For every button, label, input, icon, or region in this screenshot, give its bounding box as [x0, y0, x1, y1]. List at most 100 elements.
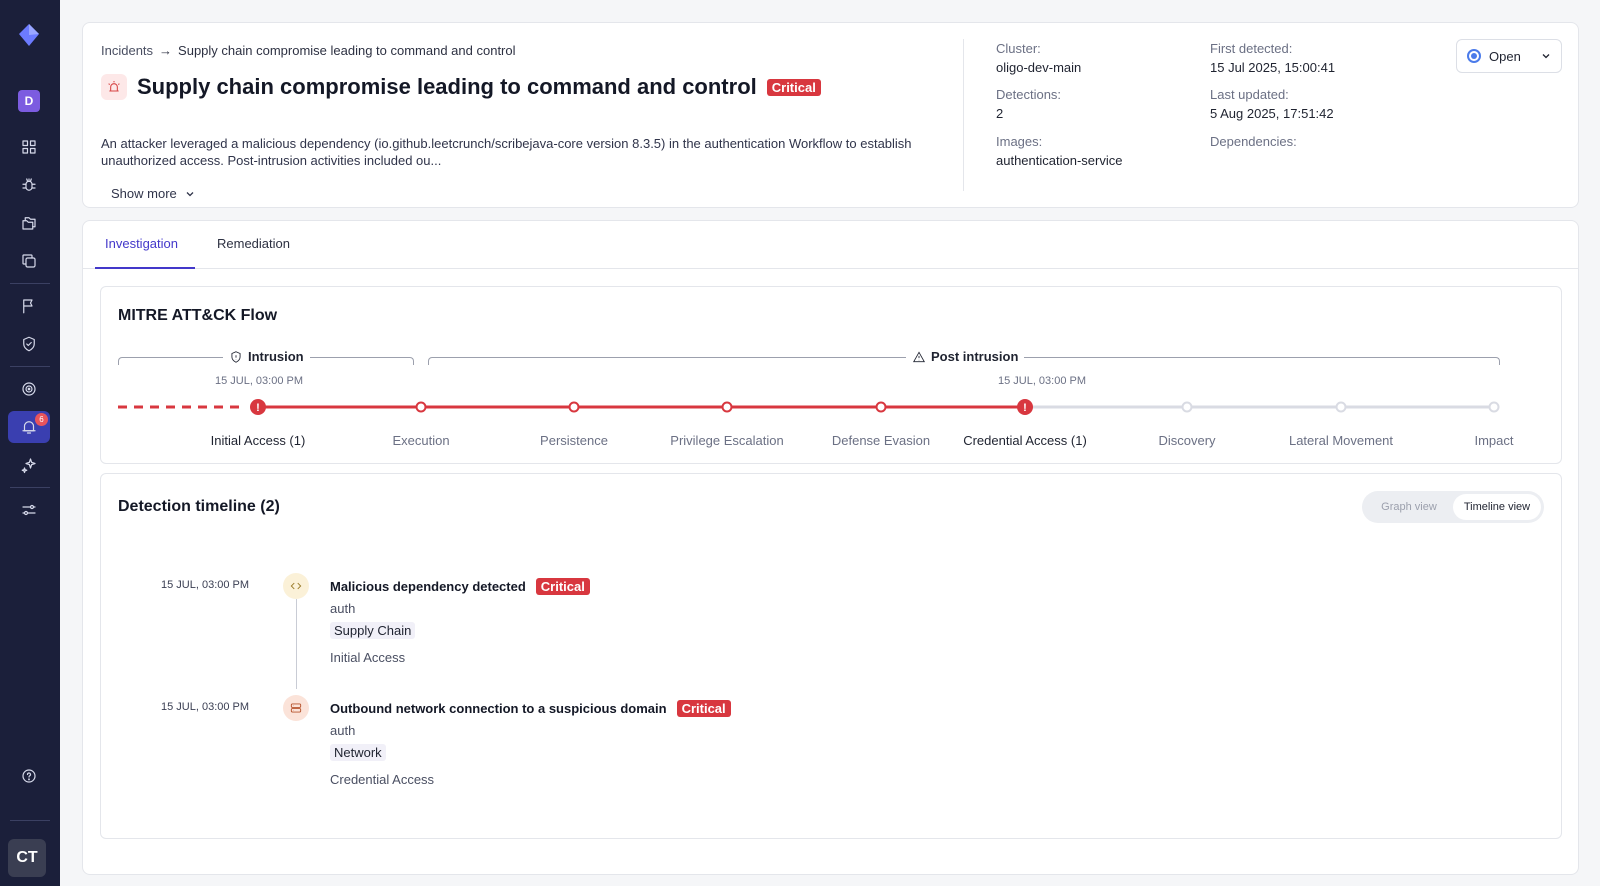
meta-dependencies: Dependencies:: [1210, 134, 1297, 153]
sidebar-divider: [10, 487, 50, 488]
nav-findings[interactable]: [8, 290, 50, 322]
server-icon: [283, 695, 309, 721]
mitre-flow-panel: MITRE ATT&CK Flow Intrusion Post intrusi…: [100, 286, 1562, 464]
tactic-node: [875, 401, 887, 413]
event-title[interactable]: Outbound network connection to a suspici…: [330, 701, 667, 716]
logo-icon[interactable]: [16, 22, 42, 48]
nav-policies[interactable]: [8, 328, 50, 360]
meta-images: Images: authentication-service: [996, 134, 1122, 168]
sparkle-icon: [21, 458, 36, 474]
status-label: Open: [1489, 48, 1521, 64]
graph-view-button[interactable]: Graph view: [1365, 494, 1453, 520]
alarm-icon: [101, 74, 127, 100]
show-more-button[interactable]: Show more: [111, 186, 195, 201]
meta-label: Detections:: [996, 87, 1062, 102]
event-tactic: Initial Access: [330, 650, 406, 665]
meta-value[interactable]: authentication-service: [996, 153, 1122, 168]
flag-icon: [23, 299, 33, 314]
tactic-node: [721, 401, 733, 413]
tactic-node: [415, 401, 427, 413]
event-category-tag: Network: [330, 744, 386, 761]
nav-dashboard[interactable]: [8, 131, 50, 163]
timeline-event[interactable]: Malicious dependency detected Critical a…: [330, 578, 590, 665]
breadcrumb-separator: →: [159, 43, 173, 58]
event-title[interactable]: Malicious dependency detected: [330, 579, 526, 594]
severity-badge: Critical: [535, 578, 590, 595]
nav-ai[interactable]: [8, 449, 50, 481]
incident-description: An attacker leveraged a malicious depend…: [101, 136, 912, 168]
breadcrumb: Incidents → Supply chain compromise lead…: [101, 43, 516, 58]
chevron-down-icon: [1542, 54, 1550, 59]
status-dropdown[interactable]: Open: [1456, 39, 1562, 73]
tactic-label[interactable]: Initial Access (1): [211, 433, 306, 448]
severity-badge: Critical: [766, 78, 821, 96]
meta-value: 2: [996, 106, 1004, 121]
event-category-tag: Supply Chain: [330, 622, 416, 639]
meta-label: First detected:: [1210, 41, 1293, 56]
nav-detections[interactable]: [8, 373, 50, 405]
meta-label: Dependencies:: [1210, 134, 1297, 149]
chevron-down-icon: [186, 191, 194, 196]
tab-bar: Investigation Remediation: [83, 221, 1578, 269]
nav-vulnerabilities[interactable]: [8, 169, 50, 201]
nav-applications[interactable]: [8, 207, 50, 239]
event-workload: auth: [330, 723, 356, 738]
meta-last-updated: Last updated: 5 Aug 2025, 17:51:42: [1210, 87, 1334, 121]
dashboard-icon: [22, 140, 36, 154]
meta-label: Last updated:: [1210, 87, 1289, 102]
incident-content: Investigation Remediation MITRE ATT&CK F…: [82, 220, 1579, 875]
sidebar-divider: [10, 366, 50, 367]
tactic-label[interactable]: Credential Access (1): [963, 433, 1087, 448]
meta-first-detected: First detected: 15 Jul 2025, 15:00:41: [1210, 41, 1335, 75]
tactic-node: [568, 401, 580, 413]
event-time: 15 JUL, 03:00 PM: [161, 701, 250, 713]
shield-icon: [23, 336, 35, 352]
bug-icon: [22, 178, 36, 191]
tactic-label: Persistence: [540, 433, 608, 448]
tactic-node: [1488, 401, 1500, 413]
tactic-label: Discovery: [1158, 433, 1216, 448]
nav-help[interactable]: [8, 760, 50, 792]
tactic-node: [1181, 401, 1193, 413]
meta-cluster: Cluster: oligo-dev-main: [996, 41, 1081, 75]
sliders-icon: [22, 504, 36, 516]
alert-icon: !: [256, 402, 260, 414]
target-icon: [22, 382, 36, 396]
meta-label: Images:: [996, 134, 1043, 149]
user-avatar[interactable]: CT: [8, 839, 46, 877]
tactic-label: Privilege Escalation: [670, 433, 784, 448]
timeline-event[interactable]: Outbound network connection to a suspici…: [330, 700, 731, 787]
breadcrumb-current: Supply chain compromise leading to comma…: [178, 43, 516, 58]
tactic-label: Defense Evasion: [831, 433, 931, 448]
nav-settings[interactable]: [8, 494, 50, 526]
meta-value: 5 Aug 2025, 17:51:42: [1210, 106, 1334, 121]
code-icon: [283, 573, 309, 599]
meta-detections: Detections: 2: [996, 87, 1061, 121]
folders-icon: [22, 217, 36, 230]
event-tactic: Credential Access: [330, 772, 435, 787]
meta-label: Cluster:: [996, 41, 1041, 56]
nav-incidents[interactable]: 6: [8, 411, 50, 443]
sidebar-divider: [10, 820, 50, 821]
meta-value: oligo-dev-main: [996, 60, 1082, 75]
sidebar-divider: [10, 283, 50, 284]
tactic-label: Lateral Movement: [1288, 433, 1394, 448]
tab-remediation[interactable]: Remediation: [217, 236, 290, 251]
title-row: Supply chain compromise leading to comma…: [101, 74, 821, 100]
event-time: 15 JUL, 03:00 PM: [161, 579, 250, 591]
severity-badge: Critical: [676, 700, 731, 717]
breadcrumb-incidents-link[interactable]: Incidents: [101, 43, 153, 58]
copy-icon: [22, 254, 36, 268]
event-workload: auth: [330, 601, 356, 616]
timeline-view-button[interactable]: Timeline view: [1453, 494, 1541, 520]
org-switcher[interactable]: D: [18, 90, 40, 112]
page-title: Supply chain compromise leading to comma…: [137, 74, 757, 99]
show-more-label: Show more: [111, 186, 177, 201]
incidents-count-badge: 6: [35, 413, 48, 426]
active-tab-indicator: [95, 267, 195, 269]
view-toggle: Graph view Timeline view: [1362, 491, 1544, 523]
header-divider: [963, 39, 964, 191]
nav-assets[interactable]: [8, 245, 50, 277]
detection-timeline-panel: Detection timeline (2) Graph view Timeli…: [100, 473, 1562, 839]
tab-investigation[interactable]: Investigation: [105, 236, 178, 251]
